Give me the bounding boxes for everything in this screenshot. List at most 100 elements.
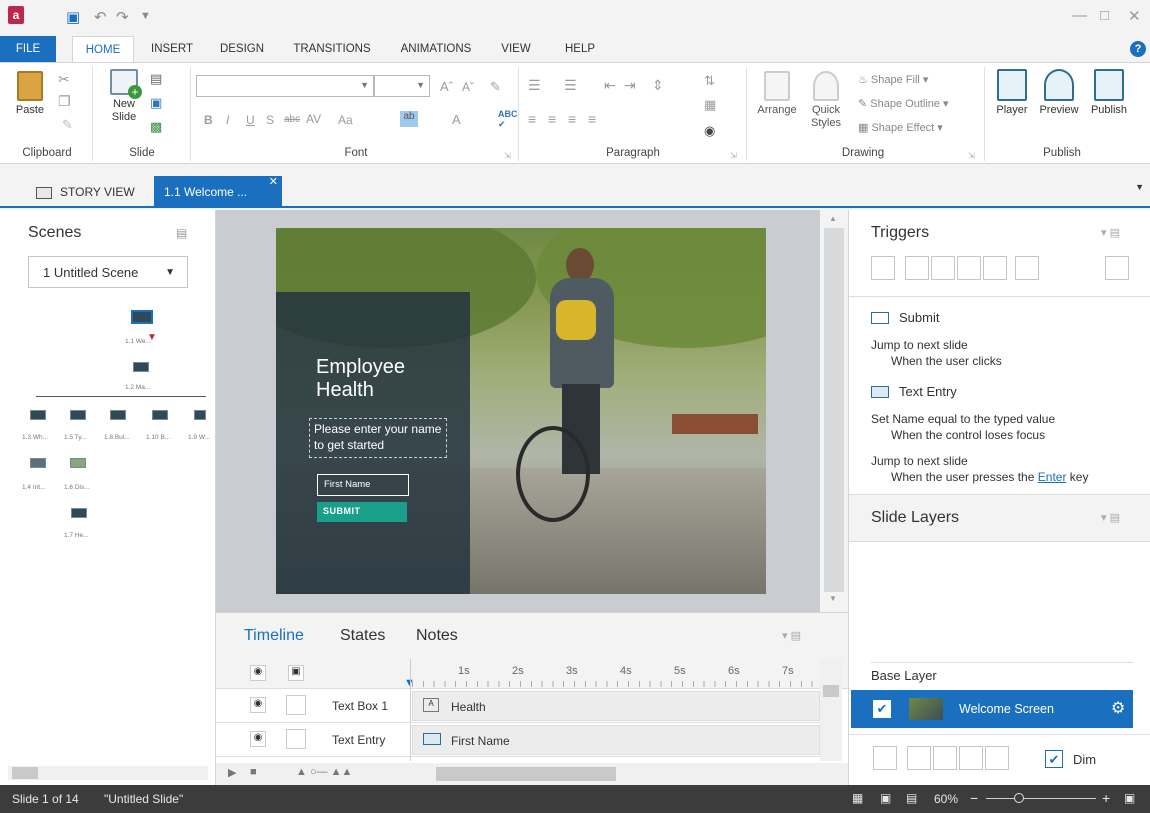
layout-icon[interactable]: ▤ xyxy=(150,71,162,87)
trigger-action[interactable]: Set Name equal to the typed value xyxy=(871,412,1055,426)
tab-insert[interactable]: INSERT xyxy=(142,36,202,62)
normal-view-icon[interactable]: ▣ xyxy=(880,791,891,805)
timeline-horizontal-scrollbar[interactable] xyxy=(416,765,816,783)
scroll-up-icon[interactable]: ▲ xyxy=(829,214,837,223)
scenes-horizontal-scrollbar[interactable] xyxy=(8,766,208,780)
panel-pin-icon[interactable]: ▤ xyxy=(176,226,187,240)
cut-icon[interactable]: ✂ xyxy=(58,71,70,88)
strikethrough-icon[interactable]: abc xyxy=(284,114,300,125)
panel-options-icon[interactable]: ▾ ▤ xyxy=(1101,511,1120,524)
lock-checkbox[interactable] xyxy=(286,729,306,749)
scroll-down-icon[interactable]: ▼ xyxy=(829,594,837,603)
maximize-icon[interactable]: □ xyxy=(1100,7,1109,24)
clear-format-icon[interactable]: ✎ xyxy=(490,79,501,95)
eye-header-icon[interactable]: ◉ xyxy=(250,665,266,681)
reset-slide-icon[interactable]: ▣ xyxy=(150,95,162,111)
panel-options-icon[interactable]: ▾ ▤ xyxy=(782,629,801,642)
font-size-combo[interactable]: ▼ xyxy=(374,75,430,97)
scene-dropdown[interactable]: 1 Untitled Scene ▼ xyxy=(28,256,188,288)
scene-node-thumbnail[interactable] xyxy=(70,458,86,468)
trigger-condition[interactable]: When the user clicks xyxy=(891,354,1002,368)
justify-icon[interactable]: ≡ xyxy=(588,111,596,127)
trigger-object[interactable]: Submit xyxy=(899,310,939,325)
minimize-icon[interactable]: — xyxy=(1072,7,1087,24)
shrink-font-icon[interactable]: Aˇ xyxy=(462,80,474,94)
bullets-icon[interactable]: ☰ xyxy=(528,77,541,94)
submit-button[interactable]: SUBMIT xyxy=(317,502,407,522)
change-case-icon[interactable]: Aa xyxy=(338,113,353,127)
eye-icon[interactable]: ◉ xyxy=(250,697,266,713)
tab-states[interactable]: States xyxy=(340,627,385,645)
underline-icon[interactable]: U xyxy=(246,113,255,127)
tabs-overflow-icon[interactable]: ▼ xyxy=(1135,182,1144,192)
timeline-vertical-scrollbar[interactable] xyxy=(820,659,842,761)
new-slide-button[interactable]: + New Slide xyxy=(100,69,148,124)
trigger-action[interactable]: Jump to next slide xyxy=(871,454,968,468)
dim-checkbox[interactable]: ✔ xyxy=(1045,750,1063,768)
trigger-condition[interactable]: When the user presses the Enter key xyxy=(891,470,1088,484)
delete-layer-button[interactable] xyxy=(985,746,1009,770)
variables-button[interactable] xyxy=(1105,256,1129,280)
fit-to-window-icon[interactable]: ▣ xyxy=(1124,791,1135,805)
bold-icon[interactable]: B xyxy=(204,113,213,127)
tab-home[interactable]: HOME xyxy=(72,36,134,62)
scene-node-thumbnail[interactable] xyxy=(152,410,168,420)
timeline-row[interactable]: ◉ Text Entry First Name xyxy=(216,723,820,757)
lock-header-icon[interactable]: ▣ xyxy=(288,665,304,681)
help-icon[interactable]: ? xyxy=(1130,41,1146,57)
stop-icon[interactable]: ■ xyxy=(250,766,257,778)
paragraph-dialog-icon[interactable]: ⇲ xyxy=(730,151,737,160)
scene-node-thumbnail[interactable] xyxy=(131,310,153,324)
scene-node-thumbnail[interactable] xyxy=(71,508,87,518)
scene-node-thumbnail[interactable] xyxy=(30,410,46,420)
arrange-button[interactable]: Arrange xyxy=(752,71,802,117)
gear-icon[interactable]: ⚙ xyxy=(1111,698,1125,718)
quick-styles-button[interactable]: Quick Styles xyxy=(806,71,846,130)
zoom-out-icon[interactable]: − xyxy=(970,790,978,806)
slide-title[interactable]: Employee Health xyxy=(316,356,426,402)
highlight-icon[interactable]: ab xyxy=(400,111,418,127)
tab-story-view[interactable]: STORY VIEW xyxy=(36,176,148,208)
font-family-combo[interactable]: ▼ xyxy=(196,75,374,97)
copy-layer-button[interactable] xyxy=(933,746,957,770)
scene-node-thumbnail[interactable] xyxy=(30,458,46,468)
paste-layer-button[interactable] xyxy=(959,746,983,770)
shape-fill-button[interactable]: ♨ Shape Fill ▾ xyxy=(858,73,928,86)
tab-design[interactable]: DESIGN xyxy=(212,36,272,62)
eye-icon[interactable]: ◉ xyxy=(250,731,266,747)
trigger-object[interactable]: Text Entry xyxy=(899,384,957,399)
increase-indent-icon[interactable]: ⇥ xyxy=(624,77,636,94)
find-icon[interactable]: ◉ xyxy=(704,123,715,139)
spelling-icon[interactable]: ABC ✔ xyxy=(498,109,518,130)
publish-button[interactable]: Publish xyxy=(1086,69,1132,117)
timeline-row[interactable]: ◉ Text Box 1 A Health xyxy=(216,689,820,723)
panel-options-icon[interactable]: ▾ ▤ xyxy=(1101,226,1120,239)
format-painter-icon[interactable]: ✎ xyxy=(62,117,73,133)
char-spacing-icon[interactable]: AV xyxy=(306,112,321,126)
tab-view[interactable]: VIEW xyxy=(494,36,538,62)
drawing-dialog-icon[interactable]: ⇲ xyxy=(968,151,975,160)
scene-node-thumbnail[interactable] xyxy=(110,410,126,420)
grow-font-icon[interactable]: Aˆ xyxy=(440,79,453,94)
first-name-field[interactable]: First Name xyxy=(317,474,409,496)
play-icon[interactable]: ▶ xyxy=(228,766,236,779)
tab-help[interactable]: HELP xyxy=(556,36,604,62)
copy-trigger-button[interactable] xyxy=(931,256,955,280)
align-left-icon[interactable]: ≡ xyxy=(528,111,536,127)
new-trigger-button[interactable] xyxy=(871,256,895,280)
shape-effect-button[interactable]: ▦ Shape Effect ▾ xyxy=(858,121,943,134)
tab-file[interactable]: FILE xyxy=(0,36,56,62)
tab-animations[interactable]: ANIMATIONS xyxy=(388,36,484,62)
zoom-slider[interactable] xyxy=(986,793,1096,803)
tab-notes[interactable]: Notes xyxy=(416,627,458,645)
customize-toolbar-icon[interactable]: ▼ xyxy=(140,10,151,22)
edit-trigger-button[interactable] xyxy=(905,256,929,280)
numbering-icon[interactable]: ☰ xyxy=(564,77,577,94)
align-right-icon[interactable]: ≡ xyxy=(568,111,576,127)
player-button[interactable]: Player xyxy=(992,69,1032,117)
line-spacing-icon[interactable]: ⇕ xyxy=(652,77,664,94)
text-direction-icon[interactable]: ⇅ xyxy=(704,73,715,89)
align-center-icon[interactable]: ≡ xyxy=(548,111,556,127)
delete-trigger-button[interactable] xyxy=(983,256,1007,280)
close-icon[interactable]: ✕ xyxy=(1128,7,1141,25)
